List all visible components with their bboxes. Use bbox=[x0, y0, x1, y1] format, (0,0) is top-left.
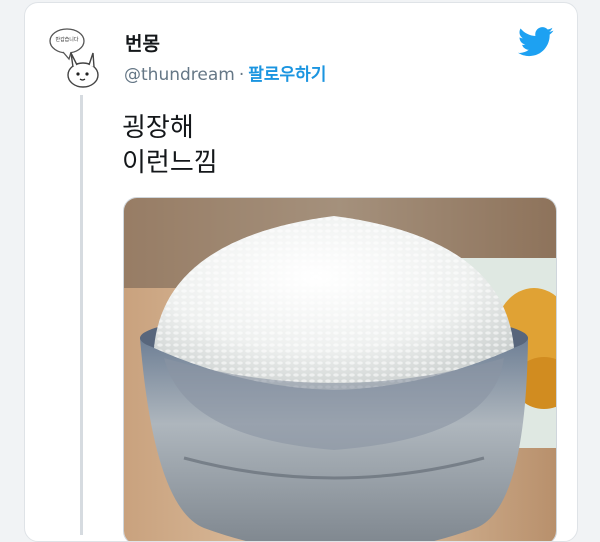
user-handle[interactable]: @thundream bbox=[124, 65, 235, 85]
handle-row: @thundream · 팔로우하기 bbox=[124, 60, 326, 85]
twitter-bird-icon[interactable] bbox=[518, 27, 554, 57]
tweet-text-line: 굉장해 bbox=[122, 113, 194, 143]
tweet-text-line: 이런느낌 bbox=[122, 148, 218, 178]
display-name[interactable]: 번몽 bbox=[125, 29, 160, 56]
follow-button[interactable]: 팔로우하기 bbox=[248, 65, 326, 85]
avatar-image: 반갑습니다 bbox=[49, 28, 99, 88]
separator-dot: · bbox=[238, 65, 245, 85]
tweet-text: 굉장해 이런느낌 bbox=[122, 111, 218, 181]
avatar-bubble-text: 반갑습니다 bbox=[55, 36, 78, 43]
tweet-media-photo[interactable] bbox=[123, 197, 557, 541]
thread-line bbox=[80, 95, 83, 535]
avatar[interactable]: 반갑습니다 bbox=[49, 23, 105, 91]
tweet-card: 반갑습니다 번몽 @thundream · 팔로우하기 굉장해 이런느낌 bbox=[24, 2, 578, 542]
